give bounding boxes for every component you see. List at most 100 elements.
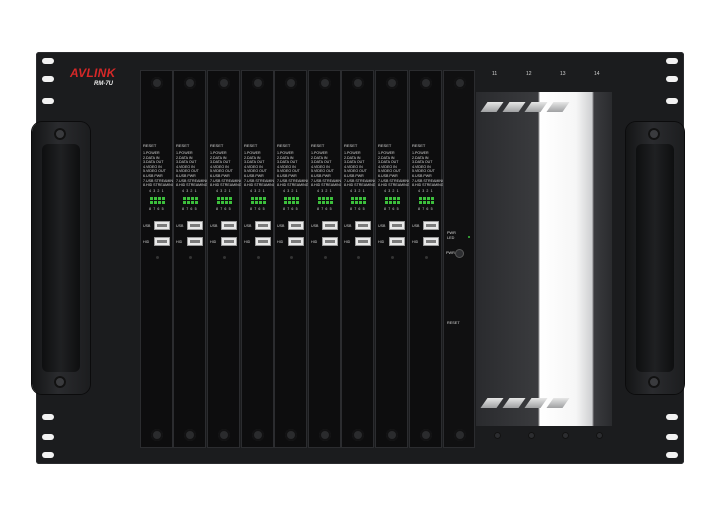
- feature-item: 8.HID STREAMING: [210, 183, 242, 188]
- thumbscrew-knob[interactable]: [151, 429, 163, 441]
- usb-label: USB: [176, 224, 184, 228]
- hid-label: HID: [244, 240, 251, 244]
- card-rail: [480, 398, 504, 408]
- slot-screw: [596, 432, 603, 439]
- hid-label: HID: [344, 240, 351, 244]
- hid-port[interactable]: [389, 237, 405, 246]
- reset-label: RESET: [143, 143, 157, 148]
- feature-list: 1.POWER 2.DATA IN 3.DATA OUT 4.VIDEO IN 5.VI…: [210, 151, 243, 188]
- thumbscrew-knob[interactable]: [218, 429, 230, 441]
- status-leds: [318, 197, 333, 200]
- led-index-top: 4 3 2 1: [216, 189, 232, 193]
- status-leds: [419, 197, 434, 200]
- thumbscrew-knob[interactable]: [454, 77, 466, 89]
- feature-item: 8.HID STREAMING: [378, 183, 410, 188]
- thumbscrew-knob[interactable]: [352, 77, 364, 89]
- slot-number: 12: [526, 71, 532, 77]
- handle-screw: [648, 376, 660, 388]
- extender-card: RESET 1.POWER 2.DATA IN 3.DATA OUT 4.VIDEO I…: [409, 70, 445, 448]
- slot-screw: [494, 432, 501, 439]
- indicator-dot: [223, 256, 226, 259]
- handle-grip: [636, 144, 674, 372]
- reset-label: RESET: [277, 143, 291, 148]
- hid-port[interactable]: [187, 237, 203, 246]
- thumbscrew-knob[interactable]: [151, 77, 163, 89]
- usb-port[interactable]: [322, 221, 338, 230]
- usb-port[interactable]: [187, 221, 203, 230]
- slot-number: 13: [560, 71, 566, 77]
- hid-port[interactable]: [322, 237, 338, 246]
- hid-label: HID: [210, 240, 217, 244]
- hid-label: HID: [176, 240, 183, 244]
- feature-list: 1.POWER 2.DATA IN 3.DATA OUT 4.VIDEO IN 5.VI…: [311, 151, 344, 188]
- indicator-dot: [257, 256, 260, 259]
- thumbscrew-knob[interactable]: [218, 77, 230, 89]
- reset-label: RESET: [176, 143, 190, 148]
- thumbscrew-knob[interactable]: [420, 429, 432, 441]
- thumbscrew-knob[interactable]: [319, 429, 331, 441]
- hid-port[interactable]: [423, 237, 439, 246]
- thumbscrew-knob[interactable]: [454, 429, 466, 441]
- thumbscrew-knob[interactable]: [252, 77, 264, 89]
- status-leds: [217, 201, 232, 204]
- power-button[interactable]: [455, 249, 464, 258]
- usb-port[interactable]: [423, 221, 439, 230]
- hid-port[interactable]: [221, 237, 237, 246]
- pwr-led-label: PWR: [447, 231, 456, 235]
- extender-card: RESET 1.POWER 2.DATA IN 3.DATA OUT 4.VIDEO I…: [375, 70, 411, 448]
- feature-item: 8.HID STREAMING: [344, 183, 376, 188]
- feature-list: 1.POWER 2.DATA IN 3.DATA OUT 4.VIDEO IN 5.VI…: [176, 151, 209, 188]
- led-index-bottom: 8 7 6 5: [384, 207, 400, 211]
- usb-port[interactable]: [255, 221, 271, 230]
- usb-label: USB: [210, 224, 218, 228]
- hid-port[interactable]: [255, 237, 271, 246]
- thumbscrew-knob[interactable]: [285, 77, 297, 89]
- thumbscrew-knob[interactable]: [184, 429, 196, 441]
- extender-card: RESET 1.POWER 2.DATA IN 3.DATA OUT 4.VIDEO I…: [274, 70, 310, 448]
- usb-port[interactable]: [221, 221, 237, 230]
- thumbscrew-knob[interactable]: [386, 77, 398, 89]
- usb-label: USB: [244, 224, 252, 228]
- controller-reset-label: RESET: [447, 321, 460, 325]
- thumbscrew-knob[interactable]: [319, 77, 331, 89]
- extender-card: RESET 1.POWER 2.DATA IN 3.DATA OUT 4.VIDEO I…: [207, 70, 243, 448]
- slot-screw: [562, 432, 569, 439]
- thumbscrew-knob[interactable]: [252, 429, 264, 441]
- usb-label: USB: [344, 224, 352, 228]
- status-leds: [150, 197, 165, 200]
- rack-ear-hole: [42, 452, 54, 458]
- thumbscrew-knob[interactable]: [352, 429, 364, 441]
- usb-port[interactable]: [389, 221, 405, 230]
- hid-port[interactable]: [154, 237, 170, 246]
- thumbscrew-knob[interactable]: [184, 77, 196, 89]
- status-leds: [251, 201, 266, 204]
- hid-port[interactable]: [355, 237, 371, 246]
- hid-port[interactable]: [288, 237, 304, 246]
- power-led: [468, 236, 470, 238]
- rack-ear-hole: [666, 98, 678, 104]
- reset-label: RESET: [210, 143, 224, 148]
- usb-port[interactable]: [288, 221, 304, 230]
- extender-card: RESET 1.POWER 2.DATA IN 3.DATA OUT 4.VIDEO I…: [173, 70, 209, 448]
- right-handle[interactable]: [626, 122, 684, 394]
- indicator-dot: [290, 256, 293, 259]
- status-leds: [419, 201, 434, 204]
- thumbscrew-knob[interactable]: [420, 77, 432, 89]
- usb-port[interactable]: [355, 221, 371, 230]
- slot-number: 14: [594, 71, 600, 77]
- reset-label: RESET: [311, 143, 325, 148]
- status-leds: [351, 201, 366, 204]
- thumbscrew-knob[interactable]: [386, 429, 398, 441]
- status-leds: [183, 197, 198, 200]
- handle-grip: [42, 144, 80, 372]
- reset-label: RESET: [344, 143, 358, 148]
- indicator-dot: [324, 256, 327, 259]
- left-handle[interactable]: [32, 122, 90, 394]
- model-name: RM-7U: [94, 81, 113, 87]
- card-rail: [524, 102, 548, 112]
- rack-ear-hole: [666, 76, 678, 82]
- thumbscrew-knob[interactable]: [285, 429, 297, 441]
- hid-label: HID: [143, 240, 150, 244]
- usb-port[interactable]: [154, 221, 170, 230]
- hid-label: HID: [412, 240, 419, 244]
